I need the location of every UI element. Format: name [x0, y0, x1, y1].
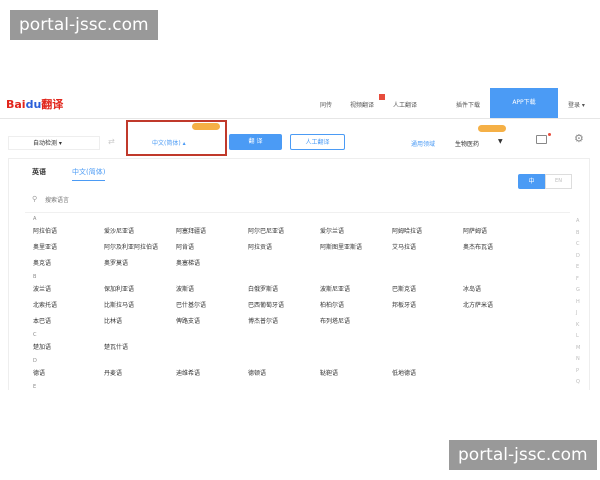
- language-option[interactable]: 波兰语: [33, 284, 51, 293]
- language-option[interactable]: 阿肯语: [176, 242, 194, 251]
- language-option[interactable]: 迪维希语: [176, 368, 200, 377]
- language-option[interactable]: 德顿语: [248, 368, 266, 377]
- search-language-input[interactable]: [45, 194, 445, 206]
- language-option[interactable]: 邦板牙语: [392, 300, 416, 309]
- alphabet-index[interactable]: H: [576, 299, 580, 305]
- folder-icon[interactable]: [536, 135, 547, 144]
- alphabet-index[interactable]: G: [576, 287, 580, 293]
- language-option[interactable]: 阿塞拜疆语: [176, 226, 206, 235]
- alphabet-index[interactable]: P: [576, 368, 579, 374]
- settings-icon[interactable]: ⚙: [574, 132, 584, 145]
- alphabet-index[interactable]: B: [576, 230, 579, 236]
- app-download-button[interactable]: APP下载: [490, 88, 558, 118]
- language-option[interactable]: 北索托语: [33, 300, 57, 309]
- human-translate-button[interactable]: 人工翻译: [290, 134, 345, 150]
- language-option[interactable]: 巴什基尔语: [176, 300, 206, 309]
- letter-heading: E: [33, 384, 37, 390]
- language-option[interactable]: 爱尔兰语: [320, 226, 344, 235]
- alphabet-index[interactable]: F: [576, 276, 579, 282]
- swap-icon[interactable]: ⇄: [108, 137, 115, 146]
- language-option[interactable]: 奥杰布瓦语: [463, 242, 493, 251]
- language-option[interactable]: 阿姆哈拉语: [392, 226, 422, 235]
- alphabet-index[interactable]: L: [576, 333, 579, 339]
- toggle-en[interactable]: EN: [545, 174, 572, 189]
- language-option[interactable]: 白俄罗斯语: [248, 284, 278, 293]
- translate-button[interactable]: 翻 译: [229, 134, 282, 150]
- target-language-select[interactable]: 中文(简体) ▴: [152, 138, 186, 147]
- language-option[interactable]: 阿尔巴尼亚语: [248, 226, 284, 235]
- letter-heading: D: [33, 358, 37, 364]
- language-option[interactable]: 阿尔及利亚阿拉伯语: [104, 242, 158, 251]
- language-option[interactable]: 比林语: [104, 316, 122, 325]
- nav-simultaneous[interactable]: 同传: [320, 100, 332, 109]
- language-option[interactable]: 冰岛语: [463, 284, 481, 293]
- alphabet-index[interactable]: K: [576, 322, 579, 328]
- language-option[interactable]: 奥罗莫语: [104, 258, 128, 267]
- alphabet-index[interactable]: C: [576, 241, 580, 247]
- baidu-logo[interactable]: Baidu翻译: [6, 96, 63, 112]
- language-option[interactable]: 比斯拉马语: [104, 300, 134, 309]
- nav-video-translate[interactable]: 视频翻译: [350, 100, 374, 109]
- domain-label: 通用领域: [411, 141, 436, 148]
- alphabet-index[interactable]: M: [576, 345, 580, 351]
- language-option[interactable]: 楚瓦什语: [104, 342, 128, 351]
- source-language-select[interactable]: 自动检测 ▾: [8, 136, 100, 150]
- language-option[interactable]: 博杰普尔语: [248, 316, 278, 325]
- new-badge: [379, 94, 385, 100]
- language-option[interactable]: 低地德语: [392, 368, 416, 377]
- language-option[interactable]: 艾马拉语: [392, 242, 416, 251]
- nav-human-translate[interactable]: 人工翻译: [393, 100, 417, 109]
- badge: [192, 123, 220, 130]
- chevron-down-icon[interactable]: ▼: [498, 138, 503, 145]
- nav-plugin-download[interactable]: 插件下载: [456, 100, 480, 109]
- language-option[interactable]: 北方萨米语: [463, 300, 493, 309]
- letter-heading: A: [33, 216, 37, 222]
- language-option[interactable]: 波斯语: [176, 284, 194, 293]
- alphabet-index[interactable]: N: [576, 356, 580, 362]
- language-option[interactable]: 巴西葡萄牙语: [248, 300, 284, 309]
- language-option[interactable]: 丹麦语: [104, 368, 122, 377]
- alphabet-index[interactable]: J: [576, 310, 577, 316]
- language-option[interactable]: 爱沙尼亚语: [104, 226, 134, 235]
- language-option[interactable]: 奥塞梯语: [176, 258, 200, 267]
- language-option[interactable]: 德语: [33, 368, 45, 377]
- language-option[interactable]: 布列塔尼语: [320, 316, 350, 325]
- language-option[interactable]: 阿斯图里亚斯语: [320, 242, 362, 251]
- language-option[interactable]: 巴斯克语: [392, 284, 416, 293]
- language-option[interactable]: 鞑靼语: [320, 368, 338, 377]
- language-option[interactable]: 阿拉贡语: [248, 242, 272, 251]
- tab-chinese[interactable]: 中文(简体): [72, 167, 106, 181]
- alphabet-index[interactable]: Q: [576, 379, 580, 385]
- letter-heading: C: [33, 332, 37, 338]
- alphabet-index[interactable]: E: [576, 264, 579, 270]
- language-option[interactable]: 楚加语: [33, 342, 51, 351]
- language-option[interactable]: 阿萨姆语: [463, 226, 487, 235]
- language-option[interactable]: 本巴语: [33, 316, 51, 325]
- search-icon: ⚲: [32, 195, 38, 203]
- watermark: portal-jssc.com: [10, 10, 158, 40]
- domain-select[interactable]: 生物医药: [455, 139, 479, 148]
- language-option[interactable]: 奥克语: [33, 258, 51, 267]
- divider: [0, 118, 600, 119]
- language-panel: [8, 158, 590, 390]
- language-option[interactable]: 奥里亚语: [33, 242, 57, 251]
- watermark: portal-jssc.com: [449, 440, 597, 470]
- toggle-zh[interactable]: 中: [518, 174, 545, 189]
- dot-icon: [548, 133, 551, 136]
- language-option[interactable]: 俾路支语: [176, 316, 200, 325]
- badge: [478, 125, 506, 132]
- language-option[interactable]: 波斯尼亚语: [320, 284, 350, 293]
- tab-english[interactable]: 英语: [32, 167, 46, 177]
- letter-heading: B: [33, 274, 37, 280]
- alphabet-index[interactable]: A: [576, 218, 579, 224]
- language-option[interactable]: 阿拉伯语: [33, 226, 57, 235]
- language-option[interactable]: 保加利亚语: [104, 284, 134, 293]
- divider: [25, 212, 570, 213]
- login-link[interactable]: 登录 ▾: [568, 100, 585, 109]
- language-option[interactable]: 柏柏尔语: [320, 300, 344, 309]
- alphabet-index[interactable]: D: [576, 253, 580, 259]
